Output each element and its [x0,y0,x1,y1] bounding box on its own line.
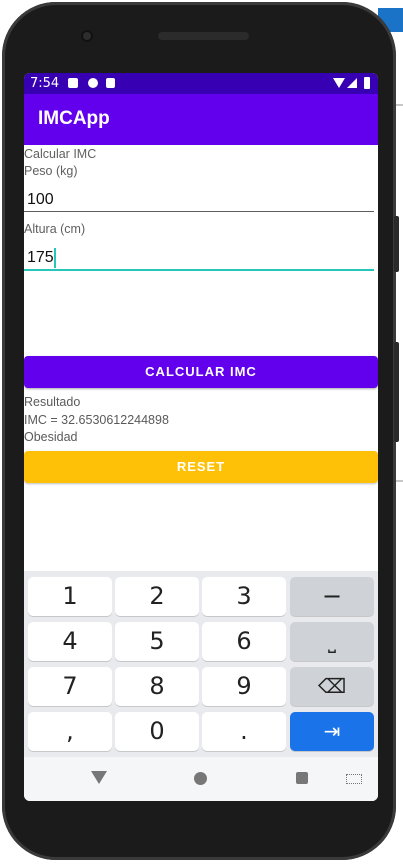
app-bar: IMCApp [24,94,378,145]
power-button [394,342,399,442]
sd-card-icon [106,78,115,88]
keyboard-switch-icon[interactable] [346,774,362,784]
calcular-imc-button[interactable]: CALCULAR IMC [24,356,378,388]
system-nav-bar [24,757,378,801]
status-time: 7:54 [30,76,60,91]
peso-input-underline [24,211,374,212]
result-category: Obesidad [24,430,78,444]
signal-icon [347,78,357,88]
background-line [395,104,403,106]
key-2[interactable]: 2 [115,577,199,616]
numeric-keyboard: 1 2 3 − 4 5 6 ⎵ 7 8 9 ⌫ , 0 . ⇥ [24,571,378,757]
key-8[interactable]: 8 [115,667,199,706]
form-header: Calcular IMC [24,147,97,161]
front-camera [81,30,93,42]
screen: 7:54 IMCApp Calcular IMC Peso (kg) 100 A… [24,73,378,801]
key-9[interactable]: 9 [202,667,286,706]
main-content: Calcular IMC Peso (kg) 100 Altura (cm) 1… [24,145,378,571]
altura-label: Altura (cm) [24,222,86,236]
altura-input[interactable]: 175 [27,249,54,267]
notification-app-icon [88,78,98,88]
key-5[interactable]: 5 [115,622,199,661]
back-icon[interactable] [91,771,107,784]
home-icon[interactable] [194,772,207,785]
earpiece-speaker [158,32,249,40]
result-title: Resultado [24,395,81,409]
reset-button[interactable]: RESET [24,451,378,483]
key-4[interactable]: 4 [28,622,112,661]
peso-input[interactable]: 100 [27,191,54,209]
recents-icon[interactable] [296,772,308,784]
battery-icon [364,77,370,89]
key-7[interactable]: 7 [28,667,112,706]
key-0[interactable]: 0 [115,712,199,751]
volume-button [394,216,399,272]
altura-input-underline [24,269,374,271]
result-value: IMC = 32.6530612244898 [24,413,169,427]
peso-label: Peso (kg) [24,164,78,178]
app-title: IMCApp [38,108,110,129]
key-3[interactable]: 3 [202,577,286,616]
key-comma[interactable]: , [28,712,112,751]
key-1[interactable]: 1 [28,577,112,616]
key-backspace-icon[interactable]: ⌫ [290,667,374,706]
key-period[interactable]: . [202,712,286,751]
notification-a-icon [68,78,78,88]
wifi-icon [333,78,345,88]
key-next-icon[interactable]: ⇥ [290,712,374,751]
background-line [395,480,403,482]
phone-frame: 7:54 IMCApp Calcular IMC Peso (kg) 100 A… [2,2,399,860]
text-cursor [54,248,56,268]
key-minus[interactable]: − [290,577,374,616]
key-6[interactable]: 6 [202,622,286,661]
key-space[interactable]: ⎵ [290,622,374,661]
status-bar: 7:54 [24,73,378,94]
